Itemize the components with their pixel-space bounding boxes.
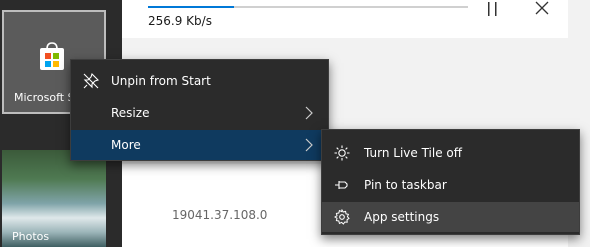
menu-item-pin-taskbar[interactable]: Pin to taskbar [322,170,579,200]
chevron-right-icon [305,106,313,120]
menu-item-label: More [111,138,141,152]
more-submenu: Turn Live Tile off Pin to taskbar App se… [321,129,580,235]
tile-context-menu: Unpin from Start Resize More [70,59,329,161]
menu-item-resize[interactable]: Resize [71,98,328,128]
menu-item-label: App settings [364,210,440,224]
menu-item-live-tile[interactable]: Turn Live Tile off [322,138,579,168]
store-bag-icon [40,42,64,70]
pause-icon[interactable] [486,2,500,16]
menu-item-more[interactable]: More [71,130,328,160]
pin-icon [335,181,348,189]
app-version: 19041.37.108.0 [172,208,268,222]
tile-photos[interactable]: Photos [2,150,106,247]
menu-item-unpin[interactable]: Unpin from Start [71,66,328,96]
tile-label: Photos [12,230,50,243]
menu-item-label: Pin to taskbar [364,178,447,192]
menu-item-app-settings[interactable]: App settings [322,202,579,232]
live-tile-icon [334,145,350,161]
close-icon[interactable] [534,0,550,16]
download-progress-bar [148,6,468,8]
menu-item-label: Resize [111,106,150,120]
menu-item-label: Unpin from Start [111,74,211,88]
unpin-icon [83,73,99,89]
download-card: 256.9 Kb/s [122,0,568,38]
chevron-right-icon [305,138,313,152]
gear-icon [334,209,350,225]
download-speed: 256.9 Kb/s [148,14,212,28]
download-progress-fill [148,6,235,8]
menu-item-label: Turn Live Tile off [364,146,463,160]
